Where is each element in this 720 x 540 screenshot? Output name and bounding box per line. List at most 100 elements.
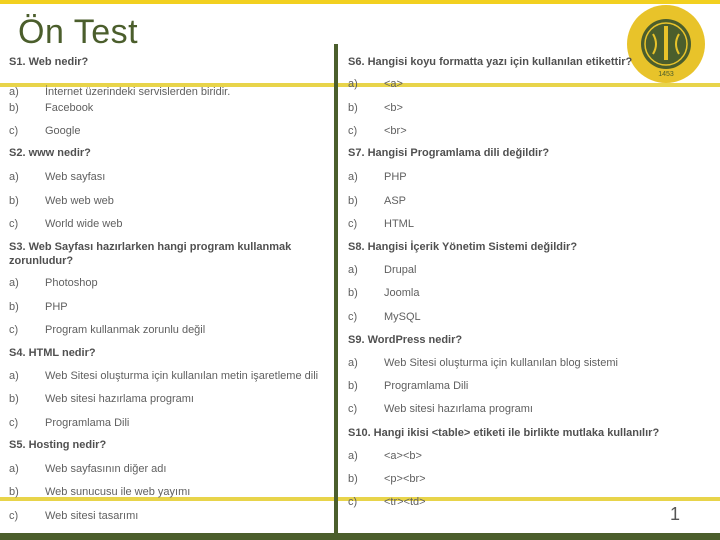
- option-text: Web Sitesi oluşturma için kullanılan blo…: [384, 357, 618, 369]
- question-4-option: a) Web Sitesi oluşturma için kullanılan m…: [9, 369, 318, 383]
- option-text: Photoshop: [45, 277, 98, 289]
- option-label: a): [348, 264, 358, 276]
- option-text: <b>: [384, 102, 403, 114]
- question-5-option: c) Web sitesi tasarımı: [9, 509, 138, 523]
- bottom-accent-bar: [0, 533, 720, 540]
- option-label: a): [348, 171, 358, 183]
- option-text: HTML: [384, 218, 414, 230]
- question-9-option: c) Web sitesi hazırlama programı: [348, 402, 533, 416]
- question-7-option: b) ASP: [348, 194, 406, 208]
- question-5: S5. Hosting nedir?: [9, 439, 107, 451]
- option-text: Web sitesi hazırlama programı: [384, 403, 533, 415]
- option-label: b): [348, 473, 358, 485]
- question-2-option: a) Web sayfası: [9, 170, 105, 184]
- question-9-option: b) Programlama Dili: [348, 379, 468, 393]
- question-1-option: b) Facebook: [9, 101, 93, 115]
- option-label: a): [9, 370, 19, 382]
- option-label: b): [9, 393, 19, 405]
- option-label: b): [9, 102, 19, 114]
- question-8: S8. Hangisi İçerik Yönetim Sistemi değil…: [348, 241, 578, 253]
- option-label: c): [348, 125, 358, 137]
- option-text: Web sitesi tasarımı: [45, 510, 139, 522]
- option-label: a): [348, 450, 358, 462]
- option-text: Programlama Dili: [384, 380, 469, 392]
- option-text: Web sitesi hazırlama programı: [45, 393, 194, 405]
- question-9-option: a) Web Sitesi oluşturma için kullanılan b…: [348, 356, 618, 370]
- column-divider: [334, 44, 338, 534]
- option-text: Program kullanmak zorunlu değil: [45, 324, 206, 336]
- page-number: 1: [670, 504, 681, 524]
- question-6-option: a) <a>: [348, 77, 403, 91]
- option-text: <br>: [384, 125, 407, 137]
- question-6-option: b) <b>: [348, 101, 403, 115]
- slide-title: Ön Test: [18, 13, 139, 51]
- option-text: ASP: [384, 195, 407, 207]
- option-text: <a><b>: [384, 450, 422, 462]
- question-10-option: b) <p><br>: [348, 472, 426, 486]
- option-label: a): [348, 357, 358, 369]
- option-label: c): [9, 510, 19, 522]
- option-text: PHP: [384, 171, 407, 183]
- option-text: Web sunucusu ile web yayımı: [45, 486, 191, 498]
- option-text: <a>: [384, 78, 403, 90]
- option-text: Web Sitesi oluşturma için kullanılan met…: [45, 370, 319, 382]
- option-label: a): [9, 277, 19, 289]
- option-label: a): [348, 78, 358, 90]
- option-label: b): [9, 486, 19, 498]
- option-text: <tr><td>: [384, 496, 426, 508]
- question-4-option: b) Web sitesi hazırlama programı: [9, 392, 194, 406]
- question-8-option: c) MySQL: [348, 310, 421, 324]
- option-label: c): [348, 403, 358, 415]
- question-1-option: a) İnternet üzerindeki servislerden birid…: [9, 85, 230, 99]
- question-3-option: c) Program kullanmak zorunlu değil: [9, 323, 205, 337]
- question-4: S4. HTML nedir?: [9, 347, 96, 359]
- question-7-option: a) PHP: [348, 170, 407, 184]
- option-text: Web web web: [45, 195, 114, 207]
- top-accent-bar: [0, 0, 720, 4]
- question-3-option: b) PHP: [9, 300, 68, 314]
- question-7: S7. Hangisi Programlama dili değildir?: [348, 147, 550, 159]
- question-4-option: c) Programlama Dili: [9, 416, 129, 430]
- question-6: S6. Hangisi koyu formatta yazı için kull…: [348, 56, 633, 68]
- option-text: Drupal: [384, 264, 417, 276]
- option-text: Google: [45, 125, 81, 137]
- question-2: S2. www nedir?: [9, 147, 91, 159]
- istanbul-university-seal-icon: 1453: [627, 5, 705, 83]
- question-5-option: a) Web sayfasının diğer adı: [9, 462, 166, 476]
- option-label: b): [348, 380, 358, 392]
- option-label: a): [9, 86, 19, 98]
- option-label: c): [9, 417, 19, 429]
- option-label: b): [9, 301, 19, 313]
- question-5-option: b) Web sunucusu ile web yayımı: [9, 485, 190, 499]
- option-label: a): [9, 463, 19, 475]
- option-text: PHP: [45, 301, 68, 313]
- option-label: b): [348, 102, 358, 114]
- question-3: S3. Web Sayfası hazırlarken hangi progra…: [9, 241, 292, 267]
- option-text: Web sayfasının diğer adı: [45, 463, 167, 475]
- question-2-option: c) World wide web: [9, 217, 122, 231]
- question-1-option: c) Google: [9, 124, 80, 138]
- option-label: c): [348, 496, 358, 508]
- option-label: b): [348, 195, 358, 207]
- option-text: <p><br>: [384, 473, 426, 485]
- option-label: c): [9, 125, 19, 137]
- question-6-option: c) <br>: [348, 124, 407, 138]
- option-text: World wide web: [45, 218, 123, 230]
- option-label: a): [9, 171, 19, 183]
- svg-text:1453: 1453: [658, 71, 674, 78]
- option-text: Web sayfası: [45, 171, 106, 183]
- option-label: b): [348, 287, 358, 299]
- question-10-option: a) <a><b>: [348, 449, 422, 463]
- question-10-option: c) <tr><td>: [348, 495, 426, 509]
- option-text: İnternet üzerindeki servislerden biridir…: [45, 86, 231, 98]
- question-1: S1. Web nedir?: [9, 56, 89, 68]
- option-label: c): [9, 218, 19, 230]
- option-text: Facebook: [45, 102, 94, 114]
- question-8-option: a) Drupal: [348, 263, 416, 277]
- question-7-option: c) HTML: [348, 217, 414, 231]
- question-9: S9. WordPress nedir?: [348, 334, 463, 346]
- option-text: Joomla: [384, 287, 420, 299]
- option-text: MySQL: [384, 311, 421, 323]
- option-label: c): [348, 311, 358, 323]
- option-label: c): [9, 324, 19, 336]
